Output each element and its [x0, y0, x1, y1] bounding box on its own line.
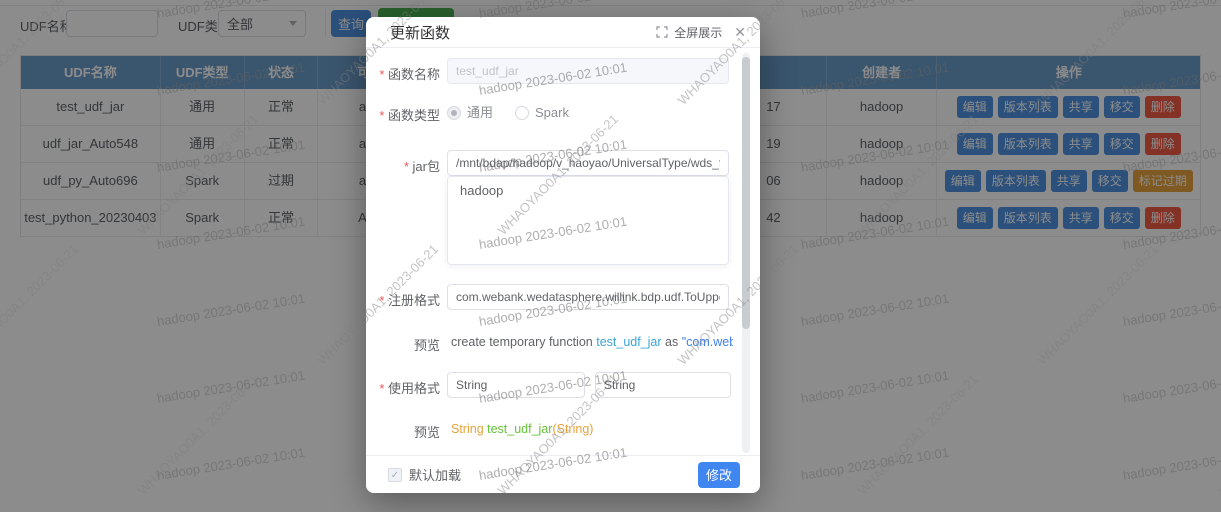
register-format-input[interactable]: [447, 284, 729, 310]
radio-option-common[interactable]: 通用: [467, 105, 493, 120]
usage-preview-text: String test_udf_jar(String): [451, 422, 733, 436]
preview-as: as: [662, 335, 682, 349]
modal-header: 更新函数 全屏展示 ✕: [366, 17, 760, 48]
default-load-checkbox[interactable]: ✓: [388, 468, 402, 482]
modify-button[interactable]: 修改: [698, 462, 740, 488]
modal-scrollbar-thumb[interactable]: [742, 57, 750, 329]
jar-label: jar包: [366, 156, 440, 175]
update-function-modal: 更新函数 全屏展示 ✕ 函数名称 函数类型 通用 Spark jar包 hadoo…: [366, 17, 760, 493]
usage-format-label: 使用格式: [366, 378, 440, 397]
preview-function-name: test_udf_jar: [596, 335, 661, 349]
usage-preview-label: 预览: [366, 422, 440, 441]
usage-return-type-input[interactable]: [447, 372, 585, 398]
preview-class-path: "com.webank.wedatasphere....: [682, 335, 733, 349]
function-type-radio-group: 通用 Spark: [447, 102, 591, 122]
register-preview-label: 预览: [366, 335, 440, 354]
radio-option-spark[interactable]: Spark: [535, 105, 569, 120]
function-name-label: 函数名称: [366, 64, 440, 83]
close-icon[interactable]: ✕: [734, 24, 746, 41]
function-type-label: 函数类型: [366, 105, 440, 124]
fullscreen-label[interactable]: 全屏展示: [674, 24, 722, 41]
register-format-label: 注册格式: [366, 290, 440, 309]
jar-dropdown-panel: hadoop: [447, 176, 729, 265]
preview-function-name: test_udf_jar: [484, 422, 553, 436]
function-name-input: [447, 58, 729, 84]
modal-footer: ✓ 默认加载 修改: [366, 455, 760, 493]
jar-path-input[interactable]: [447, 150, 729, 176]
usage-arg-type-input[interactable]: [595, 372, 731, 398]
jar-dropdown-item[interactable]: hadoop: [448, 177, 728, 204]
register-preview-text: create temporary function test_udf_jar a…: [451, 335, 733, 349]
fullscreen-icon[interactable]: [656, 26, 668, 38]
modal-title: 更新函数: [390, 22, 450, 43]
radio-unselected-icon[interactable]: [515, 106, 529, 120]
preview-args: (String): [552, 422, 593, 436]
preview-prefix: create temporary function: [451, 335, 596, 349]
default-load-label: 默认加载: [409, 465, 461, 484]
preview-return-type: String: [451, 422, 484, 436]
radio-selected-icon[interactable]: [447, 106, 461, 120]
